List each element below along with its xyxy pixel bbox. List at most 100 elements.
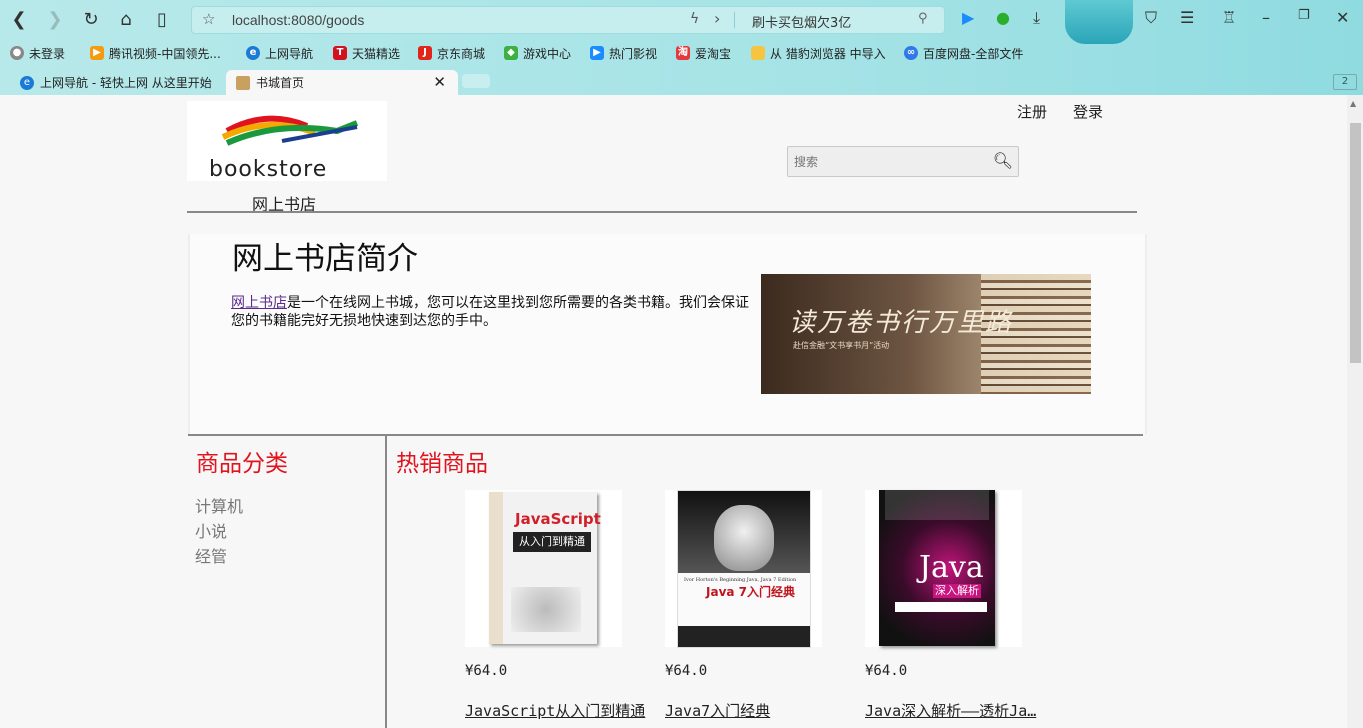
close-window-icon[interactable]: ✕ — [1336, 8, 1349, 27]
hot-products-title: 热销商品 — [396, 451, 488, 477]
search-box[interactable]: 🔍︎ — [787, 146, 1019, 177]
new-tab-button[interactable] — [462, 74, 490, 88]
address-divider — [734, 12, 735, 28]
intro-text: 网上书店是一个在线网上书城，您可以在这里找到您所需要的各类书籍。我们会保证您的书… — [231, 294, 761, 330]
reading-banner-image: 读万卷书行万里路 赴信金融“文书享书月”活动 — [761, 274, 1091, 394]
book-price: ¥64.0 — [665, 663, 708, 679]
sidebar-divider — [385, 435, 387, 728]
tab-bookstore[interactable]: 书城首页 ✕ — [226, 70, 458, 95]
minimize-icon[interactable]: – — [1262, 8, 1270, 27]
register-link[interactable]: 注册 — [1017, 101, 1047, 122]
chevron-right-icon[interactable]: › — [714, 9, 720, 28]
user-icon: ● — [10, 46, 24, 60]
play-icon: ▶ — [590, 46, 604, 60]
category-computer[interactable]: 计算机 — [195, 493, 243, 517]
home-icon[interactable]: ⌂ — [115, 8, 137, 30]
cover-title: JavaScript — [515, 510, 601, 528]
url-text[interactable]: localhost:8080/goods — [232, 12, 364, 28]
cover-title: Java 7入门经典 — [706, 585, 796, 599]
taobao-icon: 淘 — [676, 46, 690, 60]
vertical-scrollbar[interactable]: ▲ — [1347, 95, 1363, 728]
skin-avatar[interactable] — [1065, 0, 1133, 44]
bookmark-nav[interactable]: e 上网导航 — [246, 44, 313, 62]
bookmark-label: 从 猎豹浏览器 中导入 — [770, 46, 886, 61]
bookmark-aitaobao[interactable]: 淘爱淘宝 — [676, 44, 731, 62]
bookmark-label: 未登录 — [29, 46, 66, 61]
forward-icon[interactable]: ❯ — [44, 8, 66, 30]
book-title-link[interactable]: JavaScript从入门到精通 — [465, 700, 660, 721]
download-icon[interactable]: ⤓ — [1033, 8, 1040, 28]
shirt-icon[interactable]: ♖ — [1222, 8, 1236, 27]
content-divider — [188, 434, 1143, 436]
browser-chrome: ❮ ❯ ↻ ⌂ ▯ ☆ localhost:8080/goods ϟ › 刷卡买… — [0, 0, 1363, 95]
tab-label: 书城首页 — [256, 76, 305, 90]
intro-title: 网上书店简介 — [232, 241, 418, 277]
bookmark-movies[interactable]: ▶ 热门影视 — [590, 44, 657, 62]
book-price: ¥64.0 — [865, 663, 908, 679]
bookmark-label: 京东商城 — [437, 46, 486, 61]
bag-icon[interactable]: ⛉ — [1145, 8, 1157, 28]
banner-subtitle: 赴信金融“文书享书月”活动 — [793, 341, 890, 350]
bookmark-games[interactable]: ◆ 游戏中心 — [504, 44, 571, 62]
cover-subtitle: 深入解析 — [933, 584, 981, 598]
book-cover-java7[interactable]: Ivor Horton's Beginning Java, Java 7 Edi… — [665, 490, 822, 648]
page-favicon-icon — [236, 75, 250, 90]
bookmark-tmall[interactable]: T 天猫精选 — [333, 44, 400, 62]
search-icon[interactable]: 🔍︎ — [993, 151, 1013, 170]
bookmark-label: 腾讯视频-中国领先... — [109, 46, 221, 61]
jd-icon: J — [418, 46, 432, 60]
hot-search-text[interactable]: 刷卡买包烟欠3亿 — [752, 12, 851, 31]
category-novel[interactable]: 小说 — [195, 518, 227, 542]
intro-body: 是一个在线网上书城，您可以在这里找到您所需要的各类书籍。我们会保证您的书籍能完好… — [231, 295, 749, 329]
bookmark-import[interactable]: 从 猎豹浏览器 中导入 — [751, 44, 886, 62]
logo-graphic: bookstore — [209, 115, 359, 182]
book-title-link[interactable]: Java深入解析——透析Ja… — [865, 700, 1060, 721]
bookmark-label: 上网导航 — [265, 46, 314, 61]
search-icon[interactable]: ⚲ — [918, 11, 928, 26]
bookmark-label: 天猫精选 — [352, 46, 401, 61]
category-business[interactable]: 经管 — [195, 543, 227, 567]
category-title: 商品分类 — [196, 451, 288, 477]
tab-nav[interactable]: e 上网导航 - 轻快上网 从这里开始 — [10, 70, 228, 95]
banner-slogan: 读万卷书行万里路 — [789, 308, 1014, 338]
tmall-icon: T — [333, 46, 347, 60]
back-icon[interactable]: ❮ — [8, 8, 30, 30]
address-bar[interactable]: ☆ localhost:8080/goods ϟ › 刷卡买包烟欠3亿 ⚲ — [191, 6, 945, 34]
tab-label: 上网导航 - 轻快上网 从这里开始 — [40, 76, 212, 90]
close-tab-icon[interactable]: ✕ — [433, 73, 446, 91]
book-cover-java-deep[interactable]: Java 深入解析 — [865, 490, 1022, 647]
bookmark-tencent-video[interactable]: ▶ 腾讯视频-中国领先... — [90, 44, 221, 62]
search-input[interactable] — [792, 152, 986, 172]
refresh-icon[interactable]: ↻ — [80, 8, 102, 30]
page-content: bookstore 网上书店 注册 登录 🔍︎ 网上书店简介 网上书店是一个在线… — [0, 95, 1347, 728]
ie-icon: e — [246, 46, 260, 60]
book-title-link[interactable]: Java7入门经典 — [665, 700, 860, 721]
header-divider — [187, 211, 1137, 213]
bookmark-label: 热门影视 — [609, 46, 658, 61]
video-play-icon[interactable]: ▶ — [962, 8, 974, 27]
bookmark-baidu-pan[interactable]: ∞ 百度网盘-全部文件 — [904, 44, 1023, 62]
wechat-icon[interactable]: ● — [996, 8, 1010, 27]
cover-subtitle: 从入门到精通 — [513, 532, 591, 552]
menu-icon[interactable]: ☰ — [1180, 8, 1194, 27]
intro-link[interactable]: 网上书店 — [231, 295, 287, 311]
bookmark-label: 游戏中心 — [523, 46, 572, 61]
star-icon[interactable]: ☆ — [202, 10, 215, 28]
scroll-up-icon[interactable]: ▲ — [1350, 99, 1356, 108]
lightning-icon[interactable]: ϟ — [690, 11, 699, 27]
logo-text: bookstore — [209, 157, 327, 181]
bookmark-label: 百度网盘-全部文件 — [923, 46, 1024, 61]
reader-mode-icon[interactable]: ▯ — [151, 8, 173, 30]
restore-icon[interactable]: ❐ — [1298, 8, 1310, 23]
folder-icon — [751, 46, 765, 60]
bookmark-jd[interactable]: J 京东商城 — [418, 44, 485, 62]
cover-title: Java — [919, 550, 984, 585]
ie-icon: e — [20, 75, 34, 90]
scrollbar-thumb[interactable] — [1350, 123, 1361, 363]
tab-count-badge[interactable]: 2 — [1333, 74, 1357, 90]
login-link[interactable]: 登录 — [1073, 101, 1103, 122]
bookstore-logo[interactable]: bookstore — [187, 101, 387, 182]
bookmark-not-logged-in[interactable]: ● 未登录 — [10, 44, 65, 62]
tencent-video-icon: ▶ — [90, 46, 104, 60]
book-cover-javascript[interactable]: JavaScript 从入门到精通 — [465, 490, 622, 647]
